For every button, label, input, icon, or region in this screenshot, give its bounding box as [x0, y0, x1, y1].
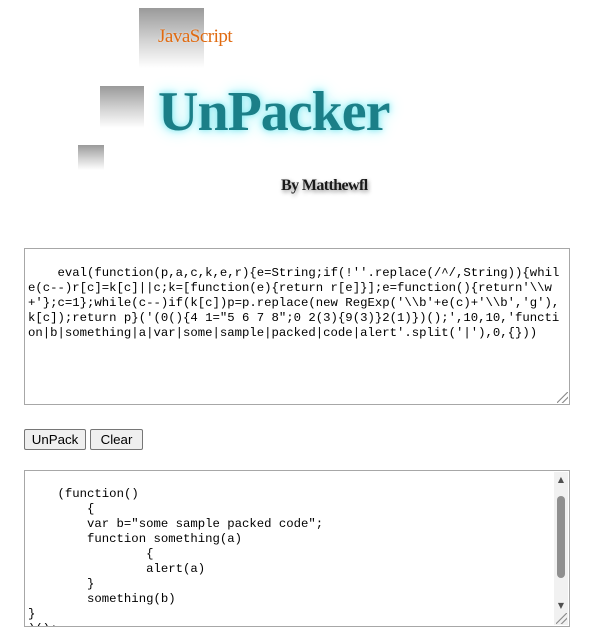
logo-title: UnPacker — [158, 81, 391, 143]
vertical-scrollbar[interactable]: ▲ ▼ — [554, 472, 568, 612]
scroll-thumb[interactable] — [557, 496, 565, 578]
logo-javascript: JavaScript — [158, 26, 233, 47]
unpack-button[interactable]: UnPack — [24, 429, 86, 450]
clear-button[interactable]: Clear — [90, 429, 143, 450]
packed-code-input[interactable]: eval(function(p,a,c,k,e,r){e=String;if(!… — [24, 248, 570, 405]
page: JavaScript UnPacker By Matthewfl eval(fu… — [0, 0, 589, 641]
scroll-down-icon[interactable]: ▼ — [554, 598, 568, 612]
decorative-gradient-block — [100, 86, 144, 128]
unpacked-code-text: (function() { var b="some sample packed … — [28, 487, 324, 626]
resize-grip-icon[interactable] — [556, 613, 567, 624]
scroll-up-icon[interactable]: ▲ — [554, 472, 568, 486]
packed-code-text: eval(function(p,a,c,k,e,r){e=String;if(!… — [28, 266, 560, 340]
author-byline: By Matthewfl — [281, 177, 368, 194]
scroll-corner — [554, 611, 568, 625]
decorative-gradient-block — [78, 145, 104, 170]
resize-grip-icon[interactable] — [557, 392, 568, 403]
unpacked-code-output[interactable]: (function() { var b="some sample packed … — [24, 470, 570, 627]
